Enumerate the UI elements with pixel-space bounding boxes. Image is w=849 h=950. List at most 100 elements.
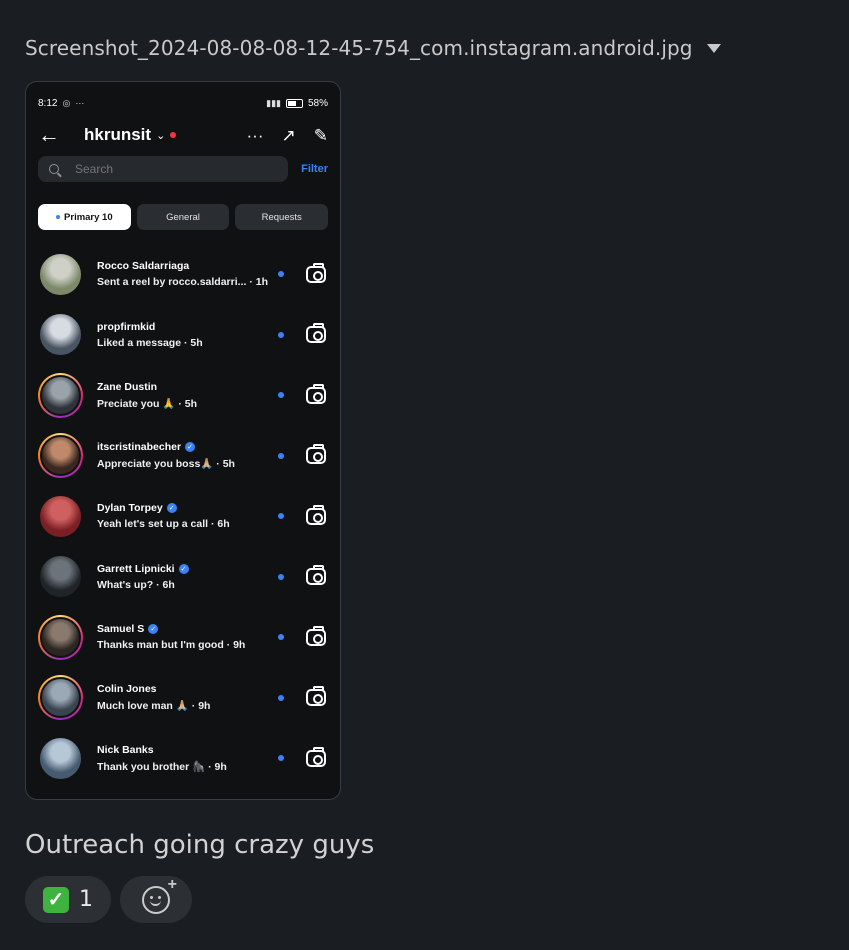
dm-header: ← hkrunsit ⌄ ··· ↗ ✎ [38,122,328,148]
thread-time: 5h [184,397,198,410]
reactions-bar: ✓ 1 + [25,876,192,923]
thread-preview: Preciate you 🙏 [97,397,176,410]
thread-meta: itscristinabecher ✓ Appreciate you boss🙏… [97,441,272,470]
reaction-count: 1 [79,887,93,912]
thread-name: Rocco Saldarriaga [97,260,190,273]
filter-button[interactable]: Filter [301,163,328,175]
thread-row[interactable]: Colin Jones Much love man 🙏🏼 · 9h [38,668,328,729]
thread-row[interactable]: itscristinabecher ✓ Appreciate you boss🙏… [38,426,328,487]
avatar[interactable] [38,493,83,539]
tab-primary[interactable]: Primary 10 [38,204,131,230]
avatar[interactable] [38,251,83,297]
thread-time: 5h [222,458,235,471]
thread-row[interactable]: Samuel S ✓ Thanks man but I'm good · 9h [38,607,328,668]
check-mark-icon: ✓ [43,886,69,913]
tab-label: Primary 10 [64,211,113,223]
tab-requests[interactable]: Requests [235,204,329,230]
chevron-down-icon[interactable]: ⌄ [156,129,165,142]
back-arrow-icon[interactable]: ← [38,122,64,148]
tab-label: General [166,211,200,223]
thread-meta: Nick Banks Thank you brother 🦍 · 9h [97,744,272,773]
avatar[interactable] [38,554,83,600]
unread-dot-icon [278,573,284,580]
thread-row[interactable]: Garrett Lipnicki ✓ What's up? · 6h [38,547,328,608]
thread-preview: Sent a reel by rocco.saldarri... [97,276,247,289]
thread-name: Samuel S [97,623,145,636]
thread-row[interactable]: propfirmkid Liked a message · 5h [38,305,328,366]
reaction-check[interactable]: ✓ 1 [25,876,111,923]
camera-icon[interactable] [306,686,326,707]
camera-icon[interactable] [306,444,326,465]
avatar-image [38,735,83,781]
thread-preview: Yeah let's set up a call [97,518,209,531]
thread-name: Garrett Lipnicki [97,562,175,575]
avatar-image [40,374,81,416]
thread-preview: Thanks man but I'm good [97,639,224,652]
trending-icon[interactable]: ↗ [282,127,296,144]
more-options-icon[interactable]: ··· [247,127,264,144]
thread-time: 9h [198,700,211,713]
thread-time: 1h [255,276,269,289]
thread-preview: Much love man 🙏🏼 [97,700,189,713]
add-emoji-icon: + [142,876,177,914]
thread-meta: Rocco Saldarriaga Sent a reel by rocco.s… [97,260,272,288]
camera-icon[interactable] [306,323,326,344]
tab-label: Requests [261,211,302,223]
thread-row[interactable]: Dylan Torpey ✓ Yeah let's set up a call … [38,486,328,547]
thread-name: Dylan Torpey [97,502,163,515]
camera-icon[interactable] [306,746,326,767]
avatar-image [38,554,83,600]
thread-meta: Colin Jones Much love man 🙏🏼 · 9h [97,683,272,712]
signal-icon: ▮▮▮ [266,97,281,108]
status-more-dots: ··· [75,98,85,108]
unread-dot-icon [278,271,284,278]
search-input[interactable] [75,162,255,176]
avatar-image [40,616,81,658]
thread-row[interactable]: Rocco Saldarriaga Sent a reel by rocco.s… [38,244,328,305]
unread-dot-icon [278,513,284,520]
thread-meta: Samuel S ✓ Thanks man but I'm good · 9h [97,623,272,651]
avatar-image [38,493,83,539]
account-username[interactable]: hkrunsit [84,125,151,145]
thread-preview: Appreciate you boss🙏🏼 [97,458,214,471]
avatar[interactable] [38,735,83,781]
unread-dot-icon [278,694,284,701]
caret-down-icon[interactable] [706,43,721,53]
file-name[interactable]: Screenshot_2024-08-08-08-12-45-754_com.i… [25,36,693,60]
attached-screenshot[interactable]: 8:12 ◎ ··· ▮▮▮ 58% ← hkrunsit ⌄ ··· ↗ ✎ … [25,81,341,800]
search-box[interactable] [38,156,288,182]
unread-dot-icon [278,755,284,762]
verified-badge-icon: ✓ [185,442,196,453]
thread-meta: propfirmkid Liked a message · 5h [97,321,272,349]
unread-dot-icon [278,331,284,338]
camera-icon[interactable] [306,565,326,586]
add-reaction-button[interactable]: + [120,876,192,923]
camera-icon[interactable] [306,383,326,404]
avatar-image [40,677,81,719]
avatar[interactable] [38,433,83,479]
camera-icon[interactable] [306,504,326,525]
thread-meta: Garrett Lipnicki ✓ What's up? · 6h [97,563,272,591]
compose-icon[interactable]: ✎ [314,127,328,144]
thread-name: propfirmkid [97,320,156,333]
tab-general[interactable]: General [136,204,230,230]
verified-badge-icon: ✓ [166,503,177,514]
unread-dot-icon [278,392,284,399]
thread-name: Colin Jones [97,683,157,696]
thread-row[interactable]: Zane Dustin Preciate you 🙏 · 5h [38,365,328,426]
camera-icon[interactable] [306,262,326,283]
avatar[interactable] [38,614,83,660]
avatar[interactable] [38,312,83,358]
verified-badge-icon: ✓ [178,563,189,574]
avatar-image [38,251,83,297]
instagram-notification-icon: ◎ [62,97,71,108]
thread-time: 5h [190,336,203,349]
avatar[interactable] [38,675,83,721]
camera-icon[interactable] [306,625,326,646]
thread-row[interactable]: Nick Banks Thank you brother 🦍 · 9h [38,728,328,789]
unread-dot-icon [278,634,284,641]
avatar[interactable] [38,372,83,418]
inbox-tabs: Primary 10 General Requests [38,204,329,230]
battery-percent: 58% [307,97,328,109]
search-row: Filter [38,156,328,182]
